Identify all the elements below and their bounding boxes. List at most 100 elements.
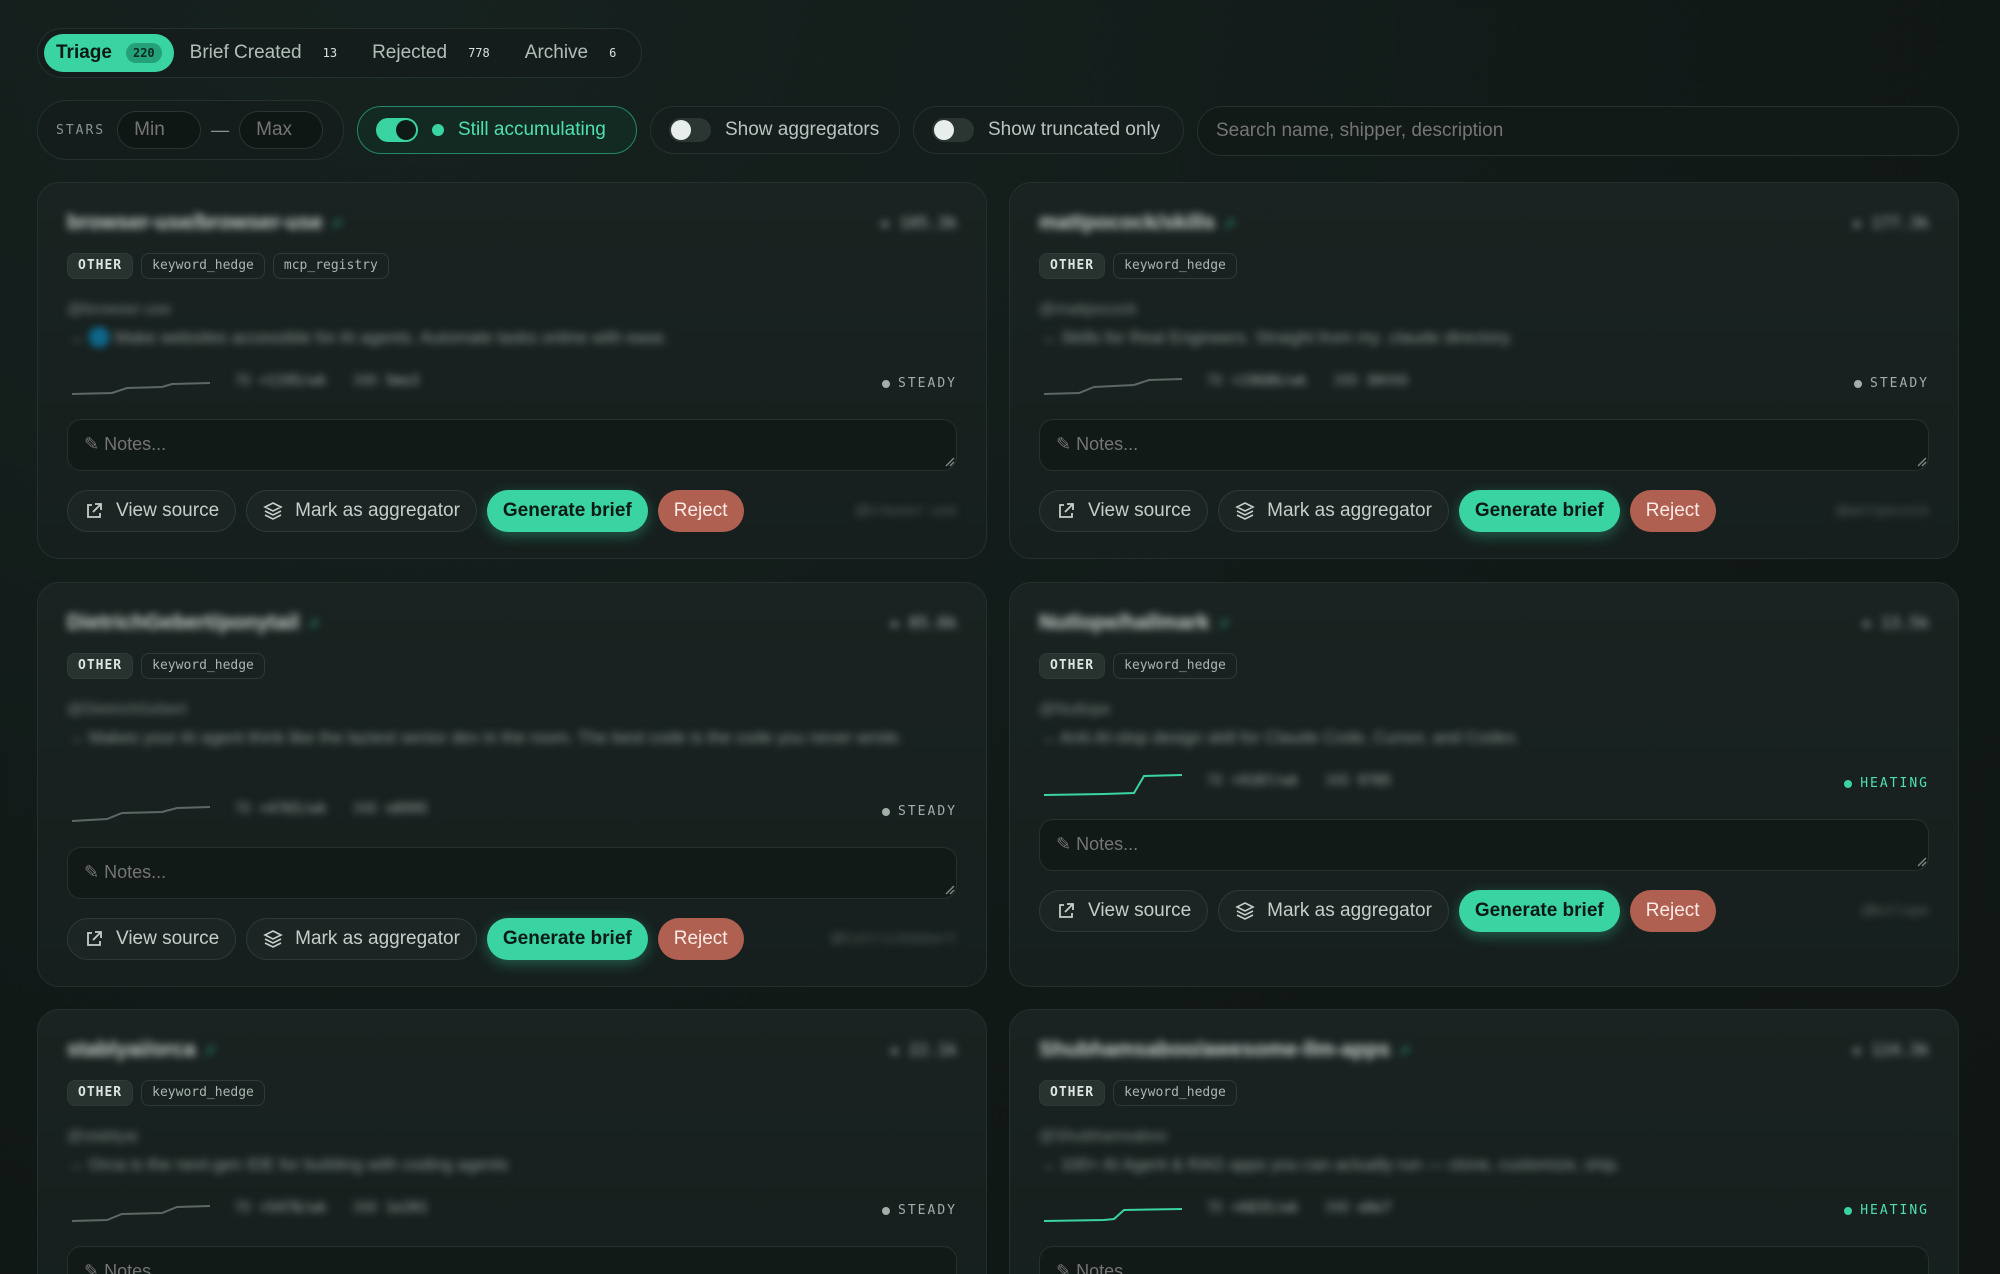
repo-card: browser-use/browser-use ↗ ★ 105.3k OTHER … bbox=[37, 182, 987, 559]
generate-brief-button[interactable]: Generate brief bbox=[486, 490, 648, 532]
card-actions: View source Mark as aggregator Generate … bbox=[1039, 490, 1716, 532]
view-source-button[interactable]: View source bbox=[1039, 890, 1209, 932]
notes-field[interactable] bbox=[1039, 819, 1929, 871]
repo-description: → Makes your AI agent think like the laz… bbox=[67, 728, 903, 747]
generate-brief-button[interactable]: Generate brief bbox=[1458, 490, 1620, 532]
source-tag: keyword_hedge bbox=[1113, 653, 1237, 679]
star-sparkline bbox=[1044, 774, 1182, 796]
reject-button[interactable]: Reject bbox=[657, 918, 744, 960]
reject-button[interactable]: Reject bbox=[1629, 890, 1716, 932]
tag-list: OTHER keyword_hedge mcp_registry bbox=[67, 253, 389, 279]
search-input[interactable] bbox=[1197, 106, 1959, 156]
resize-handle-icon[interactable] bbox=[1915, 855, 1927, 867]
stars-range-filter: STARS — bbox=[37, 100, 344, 160]
notes-field[interactable] bbox=[1039, 1246, 1929, 1274]
tab-archive[interactable]: Archive 6 bbox=[513, 34, 636, 72]
view-source-button[interactable]: View source bbox=[1039, 490, 1209, 532]
generate-brief-button[interactable]: Generate brief bbox=[486, 918, 648, 960]
reject-button[interactable]: Reject bbox=[657, 490, 744, 532]
resize-handle-icon[interactable] bbox=[943, 455, 955, 467]
card-handle: @browser-use bbox=[855, 503, 957, 519]
range-dash: — bbox=[211, 119, 230, 140]
repo-name[interactable]: mattpocock/skills ↗ bbox=[1039, 211, 1235, 235]
card-actions: View source Mark as aggregator Generate … bbox=[67, 490, 744, 532]
growth-metrics: 7D +1195/wk 30D 5mo3 bbox=[234, 373, 420, 389]
star-count: ★ 22.1k bbox=[889, 1040, 957, 1059]
tab-triage[interactable]: Triage 220 bbox=[44, 34, 174, 72]
notes-field[interactable] bbox=[67, 419, 957, 471]
toggle-label: Show truncated only bbox=[988, 119, 1161, 140]
card-handle: @mattpocock bbox=[1836, 503, 1929, 519]
mark-aggregator-button[interactable]: Mark as aggregator bbox=[1218, 890, 1449, 932]
shipper-handle: @mattpocock bbox=[1039, 301, 1138, 318]
tab-count: 13 bbox=[322, 46, 338, 60]
toggle-switch[interactable] bbox=[376, 118, 418, 142]
layers-icon bbox=[263, 502, 283, 520]
card-handle: @Nutlope bbox=[1861, 903, 1929, 919]
tab-count: 6 bbox=[609, 46, 617, 60]
tab-label: Triage bbox=[56, 42, 112, 63]
notes-field[interactable] bbox=[67, 847, 957, 899]
tag-list: OTHER keyword_hedge bbox=[1039, 653, 1237, 679]
shipper-handle: @Nutlope bbox=[1039, 701, 1111, 718]
star-sparkline bbox=[1044, 378, 1182, 395]
resize-handle-icon[interactable] bbox=[943, 883, 955, 895]
show-truncated-toggle[interactable]: Show truncated only bbox=[913, 106, 1184, 154]
repo-description: → 🌐 Make websites accessible for AI agen… bbox=[67, 328, 669, 347]
repo-description: → Anti-AI-slop design skill for Claude C… bbox=[1039, 728, 1520, 747]
stars-max-input[interactable] bbox=[239, 111, 324, 149]
generate-brief-button[interactable]: Generate brief bbox=[1458, 890, 1620, 932]
trend-status: STEADY bbox=[1854, 376, 1929, 391]
star-sparkline bbox=[72, 806, 210, 822]
mark-aggregator-button[interactable]: Mark as aggregator bbox=[1218, 490, 1449, 532]
trend-status: STEADY bbox=[882, 1203, 957, 1218]
category-tag: OTHER bbox=[67, 1080, 134, 1106]
category-tag: OTHER bbox=[1039, 653, 1106, 679]
toggle-switch[interactable] bbox=[932, 118, 974, 142]
growth-metrics: 7D +4765/wk 30D n8995 bbox=[234, 801, 428, 817]
shipper-handle: @DietrichGebert bbox=[67, 701, 187, 718]
mark-aggregator-button[interactable]: Mark as aggregator bbox=[246, 490, 477, 532]
card-handle: @DietrichGebert bbox=[830, 931, 957, 947]
reject-button[interactable]: Reject bbox=[1629, 490, 1716, 532]
repo-name[interactable]: Shubhamsaboo/awesome-llm-apps ↗ bbox=[1039, 1038, 1410, 1062]
toggle-switch[interactable] bbox=[669, 118, 711, 142]
layers-icon bbox=[1235, 902, 1255, 920]
toggle-label: Show aggregators bbox=[725, 119, 880, 140]
tab-rejected[interactable]: Rejected 778 bbox=[360, 34, 509, 72]
external-link-icon: ↗ bbox=[1223, 216, 1235, 232]
tab-brief-created[interactable]: Brief Created 13 bbox=[178, 34, 356, 72]
notes-field[interactable] bbox=[67, 1246, 957, 1274]
mark-aggregator-button[interactable]: Mark as aggregator bbox=[246, 918, 477, 960]
resize-handle-icon[interactable] bbox=[1915, 455, 1927, 467]
tag-list: OTHER keyword_hedge bbox=[1039, 1080, 1237, 1106]
category-tag: OTHER bbox=[67, 653, 134, 679]
tag-list: OTHER keyword_hedge bbox=[67, 1080, 265, 1106]
growth-metrics: 7D +5478/wk 30D 1e201 bbox=[234, 1200, 428, 1216]
notes-field[interactable] bbox=[1039, 419, 1929, 471]
source-tag: mcp_registry bbox=[272, 253, 389, 279]
star-sparkline bbox=[1044, 1208, 1182, 1222]
view-source-button[interactable]: View source bbox=[67, 918, 237, 960]
show-aggregators-toggle[interactable]: Show aggregators bbox=[650, 106, 900, 154]
trend-status: STEADY bbox=[882, 376, 957, 391]
repo-name[interactable]: Nutlope/hallmark ↗ bbox=[1039, 611, 1229, 635]
repo-name[interactable]: stablyai/orca ↗ bbox=[67, 1038, 215, 1062]
still-accumulating-toggle[interactable]: Still accumulating bbox=[357, 106, 637, 154]
source-tag: keyword_hedge bbox=[141, 653, 265, 679]
repo-description: → 100+ AI Agent & RAG apps you can actua… bbox=[1039, 1155, 1621, 1174]
stars-min-input[interactable] bbox=[117, 111, 202, 149]
external-link-icon bbox=[1059, 903, 1074, 918]
repo-description: → Skills for Real Engineers. Straight fr… bbox=[1039, 328, 1513, 347]
repo-card: Shubhamsaboo/awesome-llm-apps ↗ ★ 124.3k … bbox=[1009, 1009, 1959, 1274]
category-tag: OTHER bbox=[1039, 1080, 1106, 1106]
repo-name[interactable]: DietrichGebert/ponytail ↗ bbox=[67, 611, 319, 635]
external-link-icon: ↗ bbox=[1398, 1043, 1410, 1059]
repo-name[interactable]: browser-use/browser-use ↗ bbox=[67, 211, 342, 235]
source-tag: keyword_hedge bbox=[1113, 253, 1237, 279]
external-link-icon: ↗ bbox=[203, 1043, 216, 1059]
tab-label: Brief Created bbox=[189, 42, 302, 63]
star-count: ★ 105.3k bbox=[879, 213, 957, 232]
view-source-button[interactable]: View source bbox=[67, 490, 237, 532]
card-actions: View source Mark as aggregator Generate … bbox=[67, 918, 744, 960]
